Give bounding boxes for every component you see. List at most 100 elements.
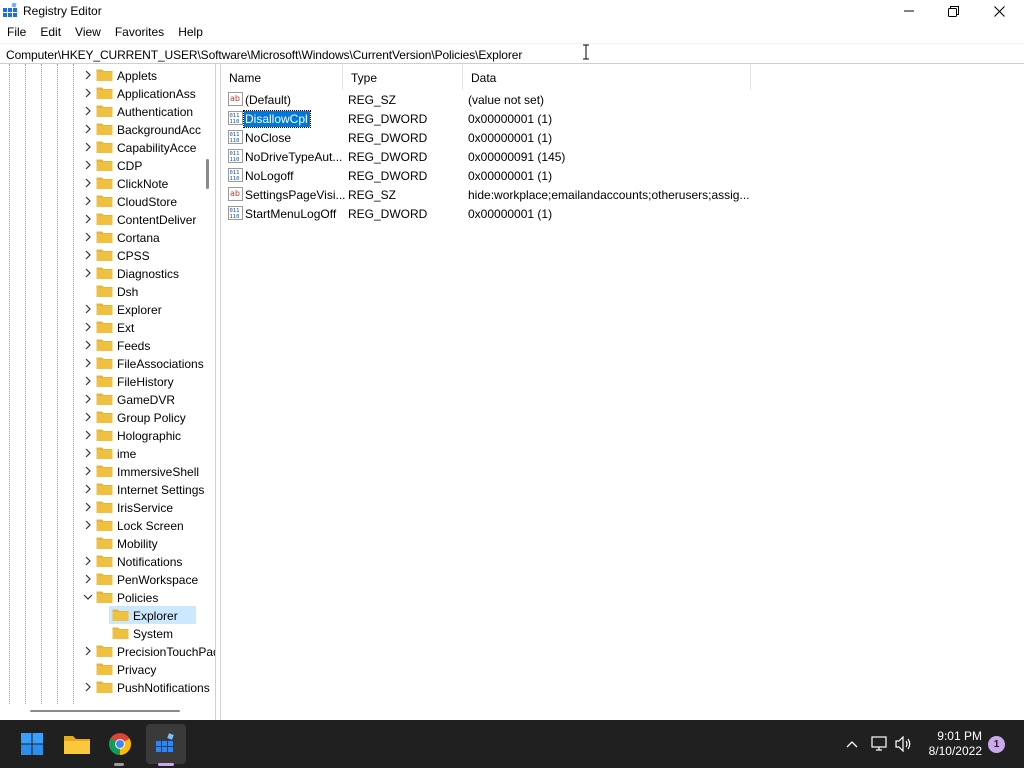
registry-editor-taskbar-button[interactable] [150, 728, 182, 760]
tree-item[interactable]: PrecisionTouchPad [0, 642, 215, 660]
tree-horizontal-scrollbar[interactable] [0, 704, 215, 720]
tree-item[interactable]: Applets [0, 66, 200, 84]
tree-item[interactable]: FileAssociations [0, 354, 204, 372]
chevron-right-icon[interactable] [83, 178, 93, 188]
tree-item[interactable]: Privacy [0, 660, 200, 678]
tree-item[interactable]: System [0, 624, 200, 642]
tree-item[interactable]: ImmersiveShell [0, 462, 200, 480]
tree-item[interactable]: Policies [0, 588, 200, 606]
chevron-right-icon[interactable] [83, 124, 93, 134]
tree-item[interactable]: Notifications [0, 552, 200, 570]
value-row[interactable]: ab SettingsPageVisi... REG_SZ hide:workplac… [221, 185, 1021, 204]
chevron-right-icon[interactable] [83, 304, 93, 314]
column-header-type[interactable]: Type [343, 64, 463, 90]
address-bar[interactable]: Computer\HKEY_CURRENT_USER\Software\Micr… [0, 43, 1024, 64]
column-header-data[interactable]: Data [463, 64, 751, 90]
tree-vertical-scrollbar[interactable] [201, 64, 215, 704]
network-button[interactable] [870, 734, 890, 754]
chevron-right-icon[interactable] [83, 556, 93, 566]
minimize-button[interactable] [886, 0, 932, 22]
tree-item[interactable]: CDP [0, 156, 200, 174]
tree-item[interactable]: ContentDeliver [0, 210, 200, 228]
menu-view[interactable]: View [68, 22, 108, 42]
values-pane[interactable]: Name Type Data ab (Default) REG_SZ (value n… [220, 64, 1024, 720]
chevron-down-icon[interactable] [83, 592, 93, 602]
tree-item[interactable]: Explorer [0, 606, 200, 624]
restore-button[interactable] [930, 0, 976, 22]
start-button[interactable] [16, 728, 48, 760]
tree-item[interactable]: CapabilityAcce [0, 138, 200, 156]
tree-item[interactable]: Cortana [0, 228, 200, 246]
chevron-right-icon[interactable] [83, 646, 93, 656]
value-row[interactable]: ab (Default) REG_SZ (value not set) [221, 90, 1021, 109]
chevron-right-icon[interactable] [83, 412, 93, 422]
chevron-right-icon[interactable] [83, 232, 93, 242]
chevron-right-icon[interactable] [83, 322, 93, 332]
tree-item[interactable]: CloudStore [0, 192, 200, 210]
close-button[interactable] [976, 0, 1022, 22]
tree-item[interactable]: CPSS [0, 246, 200, 264]
chevron-right-icon[interactable] [83, 340, 93, 350]
tree-item[interactable]: ClickNote [0, 174, 200, 192]
tree-item[interactable]: Internet Settings [0, 480, 204, 498]
chevron-right-icon[interactable] [83, 358, 93, 368]
value-row[interactable]: 011 110 StartMenuLogOff REG_DWORD 0x00000001… [221, 204, 1021, 223]
value-row[interactable]: 011 110 NoDriveTypeAut... REG_DWORD 0x000000… [221, 147, 1021, 166]
tree-item[interactable]: ime [0, 444, 200, 462]
column-header-name[interactable]: Name [221, 64, 343, 90]
tree-item[interactable]: Dsh [0, 282, 200, 300]
tree-item[interactable]: Lock Screen [0, 516, 200, 534]
value-row[interactable]: 011 110 NoLogoff REG_DWORD 0x00000001 (1) [221, 166, 1021, 185]
tree-item[interactable]: Group Policy [0, 408, 200, 426]
chevron-right-icon[interactable] [83, 682, 93, 692]
chevron-right-icon[interactable] [83, 376, 93, 386]
tree-item[interactable]: GameDVR [0, 390, 200, 408]
tree-item[interactable]: Explorer [0, 300, 200, 318]
chrome-button[interactable] [104, 728, 136, 760]
system-clock[interactable]: 9:01 PM 8/10/2022 [918, 729, 982, 759]
tree-item[interactable]: Authentication [0, 102, 200, 120]
tree-item[interactable]: Diagnostics [0, 264, 200, 282]
tree-item[interactable]: Holographic [0, 426, 200, 444]
volume-button[interactable] [894, 734, 914, 754]
file-explorer-button[interactable] [61, 728, 93, 760]
chevron-right-icon[interactable] [83, 106, 93, 116]
tree-item[interactable]: Feeds [0, 336, 200, 354]
chevron-right-icon[interactable] [83, 520, 93, 530]
notification-badge[interactable]: 1 [988, 736, 1005, 753]
chevron-right-icon[interactable] [83, 70, 93, 80]
chevron-right-icon[interactable] [83, 430, 93, 440]
tree-item[interactable]: ApplicationAss [0, 84, 200, 102]
chevron-right-icon[interactable] [83, 466, 93, 476]
value-row[interactable]: 011 110 DisallowCpl REG_DWORD 0x00000001 (1) [221, 109, 1021, 128]
tree-item[interactable]: PenWorkspace [0, 570, 200, 588]
chevron-right-icon[interactable] [83, 394, 93, 404]
key-tree-pane[interactable]: Applets ApplicationAss Authentication Backg… [0, 64, 216, 720]
menu-edit[interactable]: Edit [33, 22, 68, 42]
tree-item[interactable]: Ext [0, 318, 200, 336]
chevron-right-icon[interactable] [83, 574, 93, 584]
menu-favorites[interactable]: Favorites [108, 22, 171, 42]
chevron-right-icon[interactable] [83, 502, 93, 512]
tree-item[interactable]: PushNotifications [0, 678, 210, 696]
chevron-right-icon[interactable] [83, 142, 93, 152]
tree-scroll-thumb[interactable] [206, 159, 209, 189]
chevron-right-icon[interactable] [83, 196, 93, 206]
chevron-right-icon[interactable] [83, 250, 93, 260]
title-bar[interactable]: Registry Editor [0, 0, 1024, 22]
chevron-right-icon[interactable] [83, 448, 93, 458]
tree-item[interactable]: FileHistory [0, 372, 200, 390]
chevron-right-icon[interactable] [83, 268, 93, 278]
menu-file[interactable]: File [0, 22, 33, 42]
menu-help[interactable]: Help [171, 22, 210, 42]
tree-hscroll-thumb[interactable] [30, 710, 180, 712]
chevron-right-icon[interactable] [83, 160, 93, 170]
chevron-right-icon[interactable] [83, 214, 93, 224]
tree-item[interactable]: Mobility [0, 534, 200, 552]
show-hidden-icons-button[interactable] [842, 734, 862, 754]
chevron-right-icon[interactable] [83, 484, 93, 494]
tree-item[interactable]: BackgroundAcc [0, 120, 201, 138]
address-path[interactable]: Computer\HKEY_CURRENT_USER\Software\Micr… [6, 48, 522, 62]
chevron-right-icon[interactable] [83, 88, 93, 98]
value-row[interactable]: 011 110 NoClose REG_DWORD 0x00000001 (1) [221, 128, 1021, 147]
